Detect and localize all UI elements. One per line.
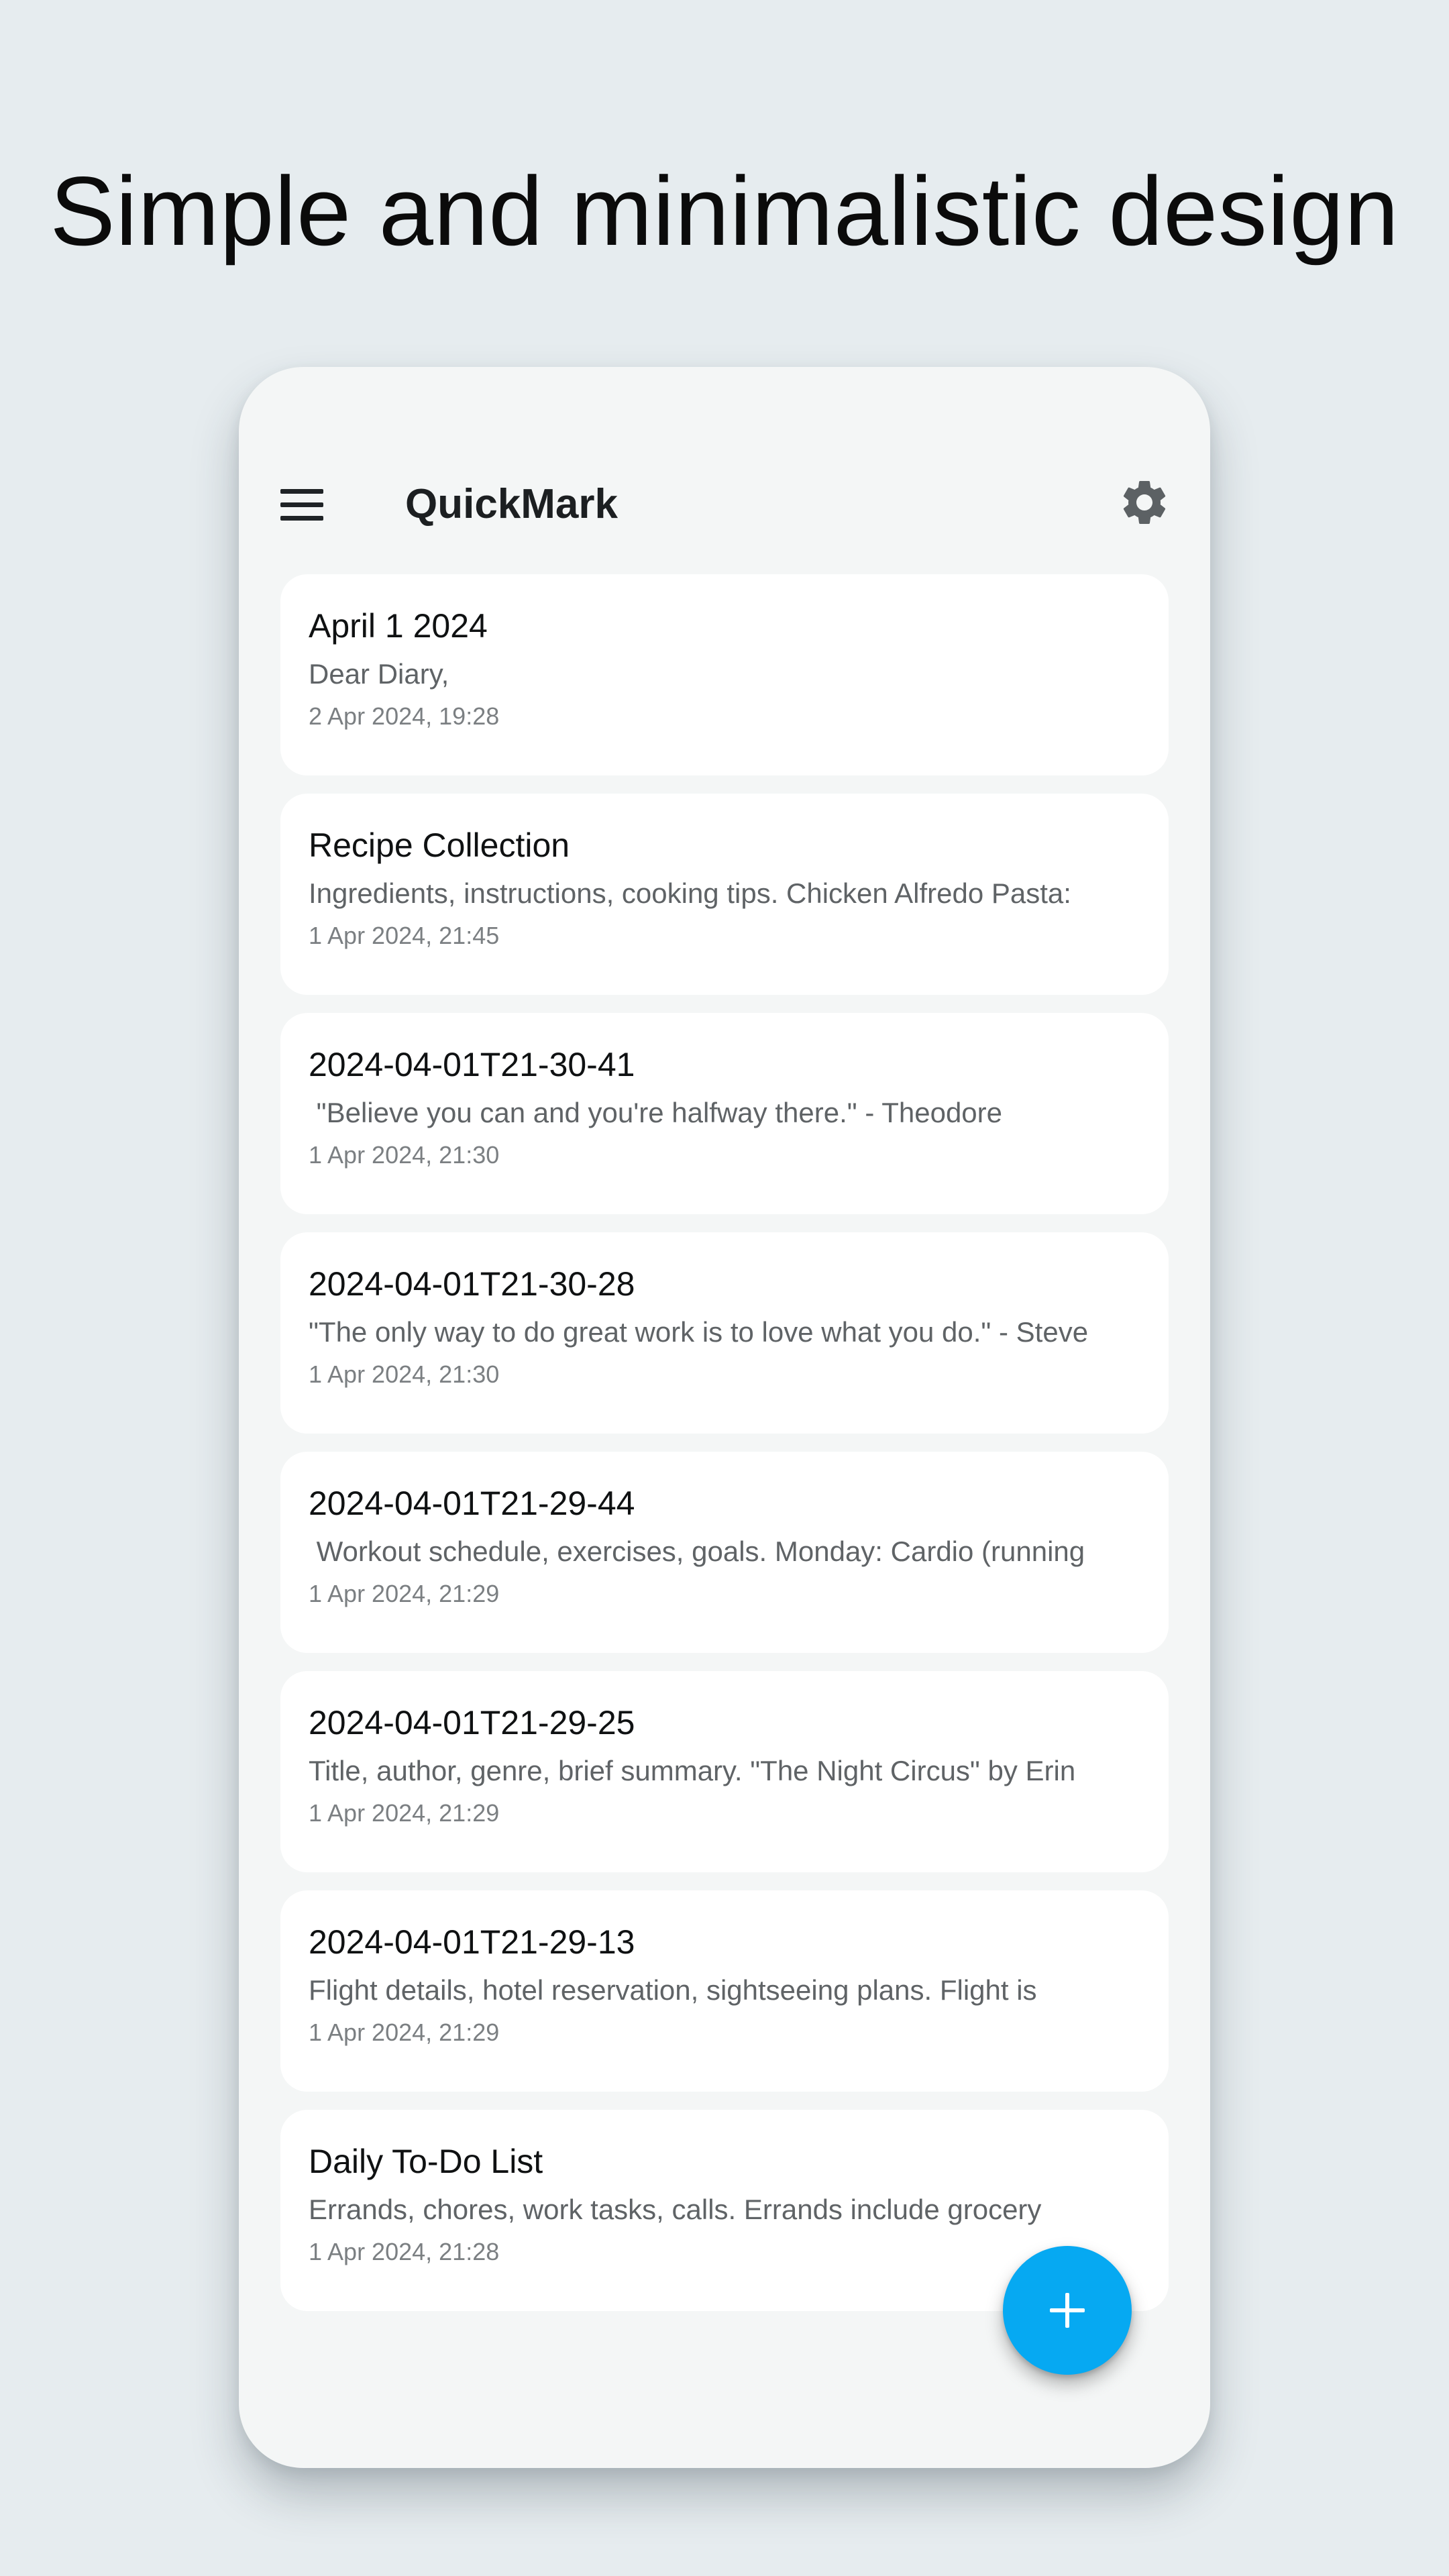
note-card[interactable]: 2024-04-01T21-29-13 Flight details, hote… xyxy=(280,1890,1169,2092)
note-title: 2024-04-01T21-29-13 xyxy=(309,1923,635,1961)
note-title: 2024-04-01T21-30-41 xyxy=(309,1046,635,1083)
note-preview: Flight details, hotel reservation, sight… xyxy=(309,1974,1037,2006)
phone-screen: QuickMark April 1 2024 Dear Diary, 2 Apr… xyxy=(239,367,1210,2468)
note-card[interactable]: Recipe Collection Ingredients, instructi… xyxy=(280,794,1169,995)
note-preview: "The only way to do great work is to lov… xyxy=(309,1316,1089,1348)
note-preview: Errands, chores, work tasks, calls. Erra… xyxy=(309,2194,1042,2225)
note-date: 1 Apr 2024, 21:30 xyxy=(309,1141,500,1169)
note-date: 1 Apr 2024, 21:28 xyxy=(309,2238,500,2265)
note-card[interactable]: 2024-04-01T21-29-44 Workout schedule, ex… xyxy=(280,1452,1169,1653)
note-title: Recipe Collection xyxy=(309,826,570,864)
notes-list: April 1 2024 Dear Diary, 2 Apr 2024, 19:… xyxy=(280,574,1169,2329)
note-date: 1 Apr 2024, 21:29 xyxy=(309,1580,500,1607)
note-preview: Workout schedule, exercises, goals. Mond… xyxy=(309,1536,1085,1567)
note-date: 2 Apr 2024, 19:28 xyxy=(309,702,500,730)
note-card[interactable]: 2024-04-01T21-30-41 "Believe you can and… xyxy=(280,1013,1169,1214)
note-preview: "Believe you can and you're halfway ther… xyxy=(309,1097,1003,1128)
hamburger-menu-icon[interactable] xyxy=(280,486,326,523)
note-card[interactable]: April 1 2024 Dear Diary, 2 Apr 2024, 19:… xyxy=(280,574,1169,775)
note-date: 1 Apr 2024, 21:30 xyxy=(309,1360,500,1388)
note-date: 1 Apr 2024, 21:45 xyxy=(309,922,500,949)
note-date: 1 Apr 2024, 21:29 xyxy=(309,2019,500,2046)
note-date: 1 Apr 2024, 21:29 xyxy=(309,1799,500,1827)
gear-icon[interactable] xyxy=(1118,476,1171,529)
add-note-button[interactable] xyxy=(1003,2246,1132,2375)
note-title: 2024-04-01T21-29-44 xyxy=(309,1485,635,1522)
note-title: Daily To-Do List xyxy=(309,2143,543,2180)
note-card[interactable]: 2024-04-01T21-29-25 Title, author, genre… xyxy=(280,1671,1169,1872)
note-preview: Title, author, genre, brief summary. "Th… xyxy=(309,1755,1076,1786)
note-card[interactable]: 2024-04-01T21-30-28 "The only way to do … xyxy=(280,1232,1169,1434)
note-preview: Dear Diary, xyxy=(309,658,449,690)
note-preview: Ingredients, instructions, cooking tips.… xyxy=(309,877,1071,909)
note-title: 2024-04-01T21-30-28 xyxy=(309,1265,635,1303)
note-title: April 1 2024 xyxy=(309,607,488,645)
promo-headline: Simple and minimalistic design xyxy=(50,156,1399,266)
note-title: 2024-04-01T21-29-25 xyxy=(309,1704,635,1741)
app-title: QuickMark xyxy=(405,481,619,527)
